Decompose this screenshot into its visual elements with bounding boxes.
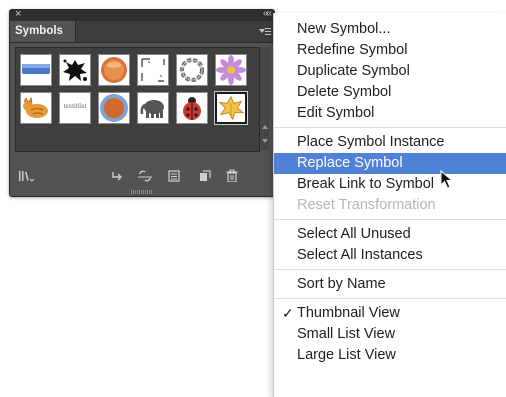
collapse-icon[interactable]: «« xyxy=(263,10,272,20)
blue-bar-symbol[interactable] xyxy=(20,54,52,86)
ink-splat-symbol[interactable] xyxy=(59,54,91,86)
menu-item-label: Edit Symbol xyxy=(297,105,375,121)
symbol-thumbnails: textitlist xyxy=(15,47,260,152)
menu-item-label: Thumbnail View xyxy=(297,305,400,321)
menu-item-edit-symbol[interactable]: Edit Symbol xyxy=(274,103,506,124)
menu-item-label: New Symbol... xyxy=(297,21,391,37)
menu-item-break-link-to-symbol[interactable]: Break Link to Symbol xyxy=(274,174,506,195)
menu-item-label: Sort by Name xyxy=(297,276,386,292)
orange-button-symbol[interactable] xyxy=(98,54,130,86)
elephant-symbol[interactable] xyxy=(137,92,169,124)
close-icon[interactable]: × xyxy=(15,10,21,20)
symbols-panel: × «« Symbols textitlist xyxy=(9,9,275,197)
menu-item-label: Replace Symbol xyxy=(297,155,403,171)
library-menu-icon[interactable] xyxy=(19,170,35,182)
menu-item-duplicate-symbol[interactable]: Duplicate Symbol xyxy=(274,61,506,82)
menu-item-reset-transformation: Reset Transformation xyxy=(274,195,506,216)
symbols-flyout-menu: New Symbol... Redefine Symbol Duplicate Sy… xyxy=(273,13,506,397)
menu-item-new-symbol[interactable]: New Symbol... xyxy=(274,19,506,40)
panel-scrollbar[interactable] xyxy=(260,47,269,150)
menu-item-label: Small List View xyxy=(297,326,396,342)
scroll-down-icon[interactable] xyxy=(262,139,268,143)
menu-separator xyxy=(274,127,506,128)
place-instance-icon[interactable] xyxy=(111,170,123,182)
cat-symbol[interactable] xyxy=(20,92,52,124)
menu-item-thumbnail-view[interactable]: ✓ Thumbnail View xyxy=(274,303,506,324)
break-link-icon[interactable] xyxy=(137,168,153,184)
purple-flower-symbol[interactable] xyxy=(215,54,247,86)
mouse-cursor-icon xyxy=(440,170,454,189)
menu-separator xyxy=(274,269,506,270)
checkmark-icon: ✓ xyxy=(282,305,294,321)
menu-item-label: Place Symbol Instance xyxy=(297,134,445,150)
yellow-leaf-symbol[interactable] xyxy=(214,91,248,125)
orange-blue-button-symbol[interactable] xyxy=(98,92,130,124)
menu-item-label: Reset Transformation xyxy=(297,197,436,213)
menu-item-place-symbol-instance[interactable]: Place Symbol Instance xyxy=(274,132,506,153)
word-text-label: textitlist xyxy=(63,102,87,110)
menu-item-label: Large List View xyxy=(297,347,396,363)
menu-item-sort-by-name[interactable]: Sort by Name xyxy=(274,274,506,295)
menu-item-select-all-unused[interactable]: Select All Unused xyxy=(274,224,506,245)
menu-item-select-all-instances[interactable]: Select All Instances xyxy=(274,245,506,266)
chain-ring-symbol[interactable] xyxy=(176,54,208,86)
symbol-options-icon[interactable] xyxy=(168,170,180,182)
menu-item-redefine-symbol[interactable]: Redefine Symbol xyxy=(274,40,506,61)
menu-item-label: Select All Unused xyxy=(297,226,411,242)
menu-item-label: Select All Instances xyxy=(297,247,423,263)
new-symbol-icon[interactable] xyxy=(199,170,211,182)
menu-separator xyxy=(274,219,506,220)
menu-item-delete-symbol[interactable]: Delete Symbol xyxy=(274,82,506,103)
drawn-frame-symbol[interactable] xyxy=(137,54,169,86)
menu-separator xyxy=(274,298,506,299)
tab-symbols[interactable]: Symbols xyxy=(10,21,76,42)
menu-item-large-list-view[interactable]: Large List View xyxy=(274,345,506,366)
scroll-up-icon[interactable] xyxy=(262,125,268,129)
menu-item-small-list-view[interactable]: Small List View xyxy=(274,324,506,345)
resize-grip-icon[interactable] xyxy=(131,190,153,194)
menu-item-replace-symbol[interactable]: Replace Symbol xyxy=(274,153,506,174)
panel-menu-icon[interactable] xyxy=(259,25,271,37)
panel-title-strip: × «« xyxy=(10,10,274,21)
ladybug-symbol[interactable] xyxy=(176,92,208,124)
delete-symbol-icon[interactable] xyxy=(226,169,238,182)
panel-tab-bar: Symbols xyxy=(10,21,274,43)
menu-item-label: Duplicate Symbol xyxy=(297,63,410,79)
word-text-symbol[interactable]: textitlist xyxy=(59,92,91,124)
menu-item-label: Delete Symbol xyxy=(297,84,392,100)
menu-item-label: Redefine Symbol xyxy=(297,42,408,58)
menu-item-label: Break Link to Symbol xyxy=(297,176,435,192)
